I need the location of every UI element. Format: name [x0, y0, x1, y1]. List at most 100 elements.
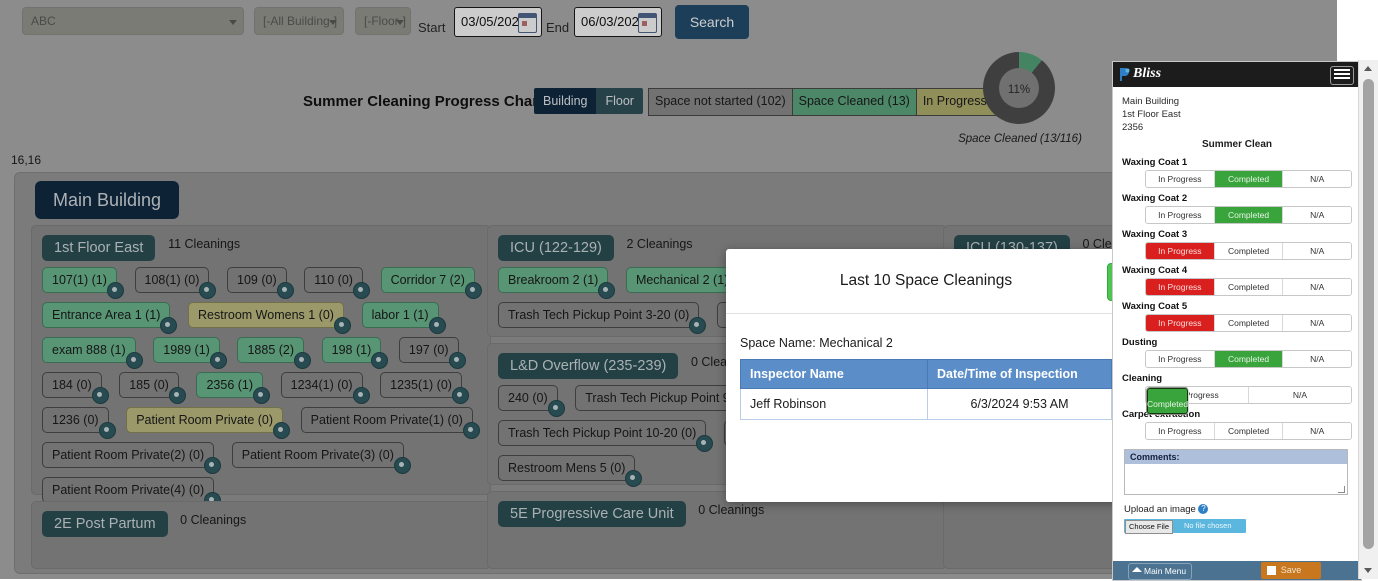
comments-textarea[interactable]	[1125, 464, 1347, 494]
space-status-dot-icon[interactable]	[696, 435, 714, 452]
space-status-dot-icon[interactable]	[464, 282, 482, 299]
space-tag[interactable]: 198 (1)	[321, 337, 389, 369]
space-tag[interactable]: Patient Room Private (0)	[126, 407, 291, 439]
help-icon[interactable]: ?	[1198, 504, 1209, 514]
option-na[interactable]: N/A	[1249, 387, 1351, 403]
option-na[interactable]: N/A	[1283, 243, 1351, 259]
file-upload-control[interactable]: Choose File No file chosen	[1124, 519, 1246, 534]
space-tag[interactable]: Corridor 7 (2)	[380, 267, 482, 299]
option-completed[interactable]: Completed	[1214, 243, 1284, 259]
scrollbar-thumb[interactable]	[1363, 79, 1374, 549]
space-status-dot-icon[interactable]	[125, 352, 143, 369]
building-name-chip[interactable]: Main Building	[35, 181, 180, 219]
option-completed[interactable]: Completed	[1146, 387, 1190, 415]
space-tag[interactable]: Breakroom 2 (1)	[498, 267, 616, 299]
space-status-dot-icon[interactable]	[160, 317, 178, 334]
floor-select[interactable]: [-Floor-]	[355, 7, 411, 35]
task-option-group[interactable]: In Progress Completed N/A	[1145, 170, 1352, 188]
hamburger-menu-icon[interactable]	[1330, 66, 1354, 85]
option-na[interactable]: N/A	[1283, 351, 1351, 367]
space-tag[interactable]: 2356 (1)	[196, 372, 271, 404]
space-status-dot-icon[interactable]	[276, 282, 294, 299]
task-option-group[interactable]: In Progress Completed N/A	[1145, 278, 1352, 296]
space-tag[interactable]: labor 1 (1)	[361, 302, 446, 334]
space-status-dot-icon[interactable]	[428, 317, 446, 334]
toggle-building[interactable]: Building	[534, 88, 597, 114]
space-status-dot-icon[interactable]	[253, 387, 271, 404]
space-tag[interactable]: 108(1) (0)	[134, 267, 217, 299]
space-tag[interactable]: 1885 (2)	[237, 337, 312, 369]
building-floor-toggle[interactable]: Building Floor	[534, 88, 643, 114]
task-option-group[interactable]: In Progress Completed N/A	[1145, 314, 1352, 332]
space-status-dot-icon[interactable]	[294, 352, 312, 369]
search-button[interactable]: Search	[675, 5, 749, 39]
start-date-input[interactable]: 03/05/2024	[454, 7, 542, 37]
building-select[interactable]: [-All Building-]	[254, 7, 344, 35]
option-completed[interactable]: Completed	[1214, 315, 1284, 331]
space-tag[interactable]: Trash Tech Pickup Point 9-2	[575, 385, 758, 417]
scroll-down-arrow-icon[interactable]	[1359, 562, 1378, 579]
space-status-dot-icon[interactable]	[91, 387, 109, 404]
company-select[interactable]: ABC	[22, 7, 244, 35]
space-tag[interactable]: Patient Room Private(4) (0)	[42, 477, 222, 509]
space-tag[interactable]: 185 (0)	[119, 372, 186, 404]
option-completed[interactable]: Completed	[1214, 207, 1284, 223]
space-status-dot-icon[interactable]	[106, 282, 124, 299]
space-tag[interactable]: Patient Room Private(2) (0)	[42, 442, 222, 474]
space-tag[interactable]: 107(1) (1)	[42, 267, 124, 299]
legend-space-not-started[interactable]: Space not started (102)	[649, 89, 793, 115]
space-status-dot-icon[interactable]	[204, 457, 222, 474]
floor-chip[interactable]: 2E Post Partum	[42, 511, 168, 537]
space-tag[interactable]: 1236 (0)	[42, 407, 116, 439]
option-in-progress[interactable]: In Progress	[1146, 315, 1215, 331]
task-option-group[interactable]: In Progress Completed N/A	[1145, 206, 1352, 224]
option-in-progress[interactable]: In Progress	[1146, 351, 1215, 367]
floor-chip[interactable]: L&D Overflow (235-239)	[498, 353, 679, 379]
option-in-progress[interactable]: In Progress	[1146, 207, 1215, 223]
toggle-floor[interactable]: Floor	[596, 88, 643, 114]
space-tag[interactable]: 109 (0)	[227, 267, 294, 299]
space-status-dot-icon[interactable]	[333, 317, 351, 334]
space-status-dot-icon[interactable]	[598, 282, 616, 299]
space-tag[interactable]: Patient Room Private(3) (0)	[231, 442, 411, 474]
option-completed[interactable]: Completed	[1214, 351, 1284, 367]
floor-chip[interactable]: ICU (122-129)	[498, 235, 614, 261]
floor-chip[interactable]: 1st Floor East	[42, 235, 156, 261]
calendar-icon[interactable]	[638, 13, 657, 33]
space-tag[interactable]: Mechanical 2 (1)	[625, 267, 746, 299]
space-status-dot-icon[interactable]	[462, 422, 480, 439]
space-tag[interactable]: Trash Tech Pickup Point 10-20 (0)	[498, 420, 714, 452]
save-button[interactable]: Save	[1261, 562, 1321, 579]
option-in-progress[interactable]: In Progress	[1146, 423, 1215, 439]
space-status-dot-icon[interactable]	[352, 387, 370, 404]
option-completed[interactable]: Completed	[1214, 171, 1284, 187]
option-in-progress[interactable]: In Progress	[1146, 171, 1215, 187]
option-in-progress[interactable]: In Progress	[1146, 279, 1215, 295]
task-option-group[interactable]: In Progress Completed N/A	[1145, 386, 1352, 415]
space-tag[interactable]: 110 (0)	[304, 267, 370, 299]
space-tag[interactable]: Entrance Area 1 (1)	[42, 302, 178, 334]
calendar-icon[interactable]	[518, 13, 537, 33]
option-na[interactable]: N/A	[1283, 279, 1351, 295]
space-status-dot-icon[interactable]	[209, 352, 227, 369]
table-row[interactable]: Jeff Robinson 6/3/2024 9:53 AM	[740, 388, 1112, 420]
space-status-dot-icon[interactable]	[448, 352, 466, 369]
space-tag[interactable]: 1234(1) (0)	[280, 372, 370, 404]
space-tag[interactable]: exam 888 (1)	[42, 337, 143, 369]
task-option-group[interactable]: In Progress Completed N/A	[1145, 242, 1352, 260]
space-status-dot-icon[interactable]	[273, 422, 291, 439]
space-tag[interactable]: 197 (0)	[398, 337, 466, 369]
option-na[interactable]: N/A	[1283, 207, 1351, 223]
option-na[interactable]: N/A	[1283, 315, 1351, 331]
space-tag[interactable]: 184 (0)	[42, 372, 109, 404]
end-date-input[interactable]: 06/03/2024	[574, 7, 662, 37]
space-status-dot-icon[interactable]	[547, 400, 565, 417]
option-completed[interactable]: Completed	[1214, 423, 1284, 439]
main-menu-button[interactable]: Main Menu	[1128, 563, 1193, 580]
option-in-progress[interactable]: In Progress	[1146, 243, 1215, 259]
scroll-up-arrow-icon[interactable]	[1359, 60, 1378, 77]
space-status-dot-icon[interactable]	[625, 470, 643, 487]
choose-file-button[interactable]: Choose File	[1125, 520, 1174, 534]
space-status-dot-icon[interactable]	[371, 352, 389, 369]
space-tag[interactable]: 240 (0)	[498, 385, 565, 417]
